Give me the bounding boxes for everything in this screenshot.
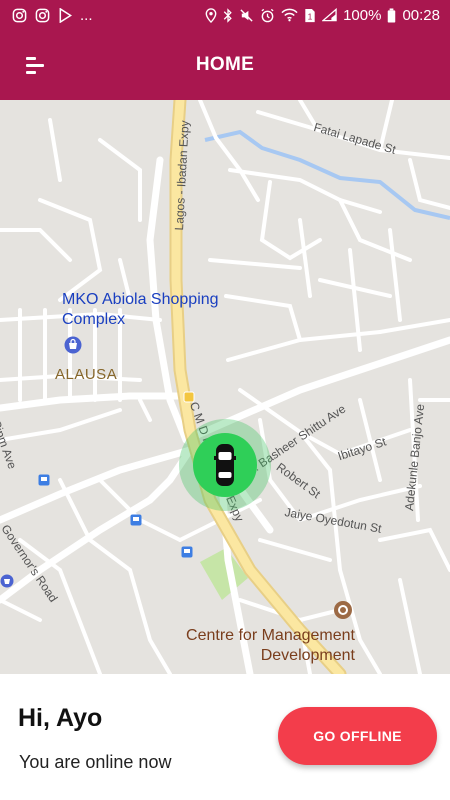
status-bar: ... 1 100% 00:28 xyxy=(0,0,450,30)
driver-status-panel: Hi, Ayo You are online now GO OFFLINE xyxy=(0,674,450,800)
svg-text:1: 1 xyxy=(308,11,313,21)
instagram-icon xyxy=(35,8,50,22)
driver-marker[interactable] xyxy=(193,433,257,497)
clock-time: 00:28 xyxy=(402,6,440,24)
poi-label-mko[interactable]: MKO Abiola Shopping Complex xyxy=(62,290,232,330)
alarm-icon xyxy=(261,8,274,22)
instagram-icon xyxy=(12,8,27,22)
mute-icon xyxy=(240,8,253,22)
shopping-icon[interactable] xyxy=(0,574,14,588)
signal-icon xyxy=(322,8,337,22)
shopping-icon[interactable] xyxy=(64,336,82,354)
online-status-text: You are online now xyxy=(19,752,172,772)
bus-stop-icon[interactable] xyxy=(38,474,50,486)
bus-stop-icon[interactable] xyxy=(181,546,193,558)
more-notifications: ... xyxy=(80,6,93,24)
wifi-icon xyxy=(281,8,298,22)
bluetooth-icon xyxy=(223,7,232,23)
greeting-text: Hi, Ayo xyxy=(18,704,103,732)
battery-icon xyxy=(388,7,396,23)
bus-stop-icon[interactable] xyxy=(130,514,142,526)
page-title: HOME xyxy=(195,54,255,75)
app-bar: HOME xyxy=(0,30,450,100)
poi-label-centre[interactable]: Centre for Management Development xyxy=(165,626,355,666)
sim-icon: 1 xyxy=(305,8,315,22)
car-icon xyxy=(214,444,236,486)
play-store-icon xyxy=(59,7,72,23)
district-label: ALAUSA xyxy=(55,366,118,383)
location-icon xyxy=(205,7,217,23)
map-canvas xyxy=(0,100,450,674)
go-offline-button[interactable]: GO OFFLINE xyxy=(278,707,437,765)
map-view[interactable]: Fatai Lapade St Lagos - Ibadan Expy MKO … xyxy=(0,100,450,674)
place-pin-icon[interactable] xyxy=(333,600,353,620)
battery-percent: 100% xyxy=(343,6,382,24)
